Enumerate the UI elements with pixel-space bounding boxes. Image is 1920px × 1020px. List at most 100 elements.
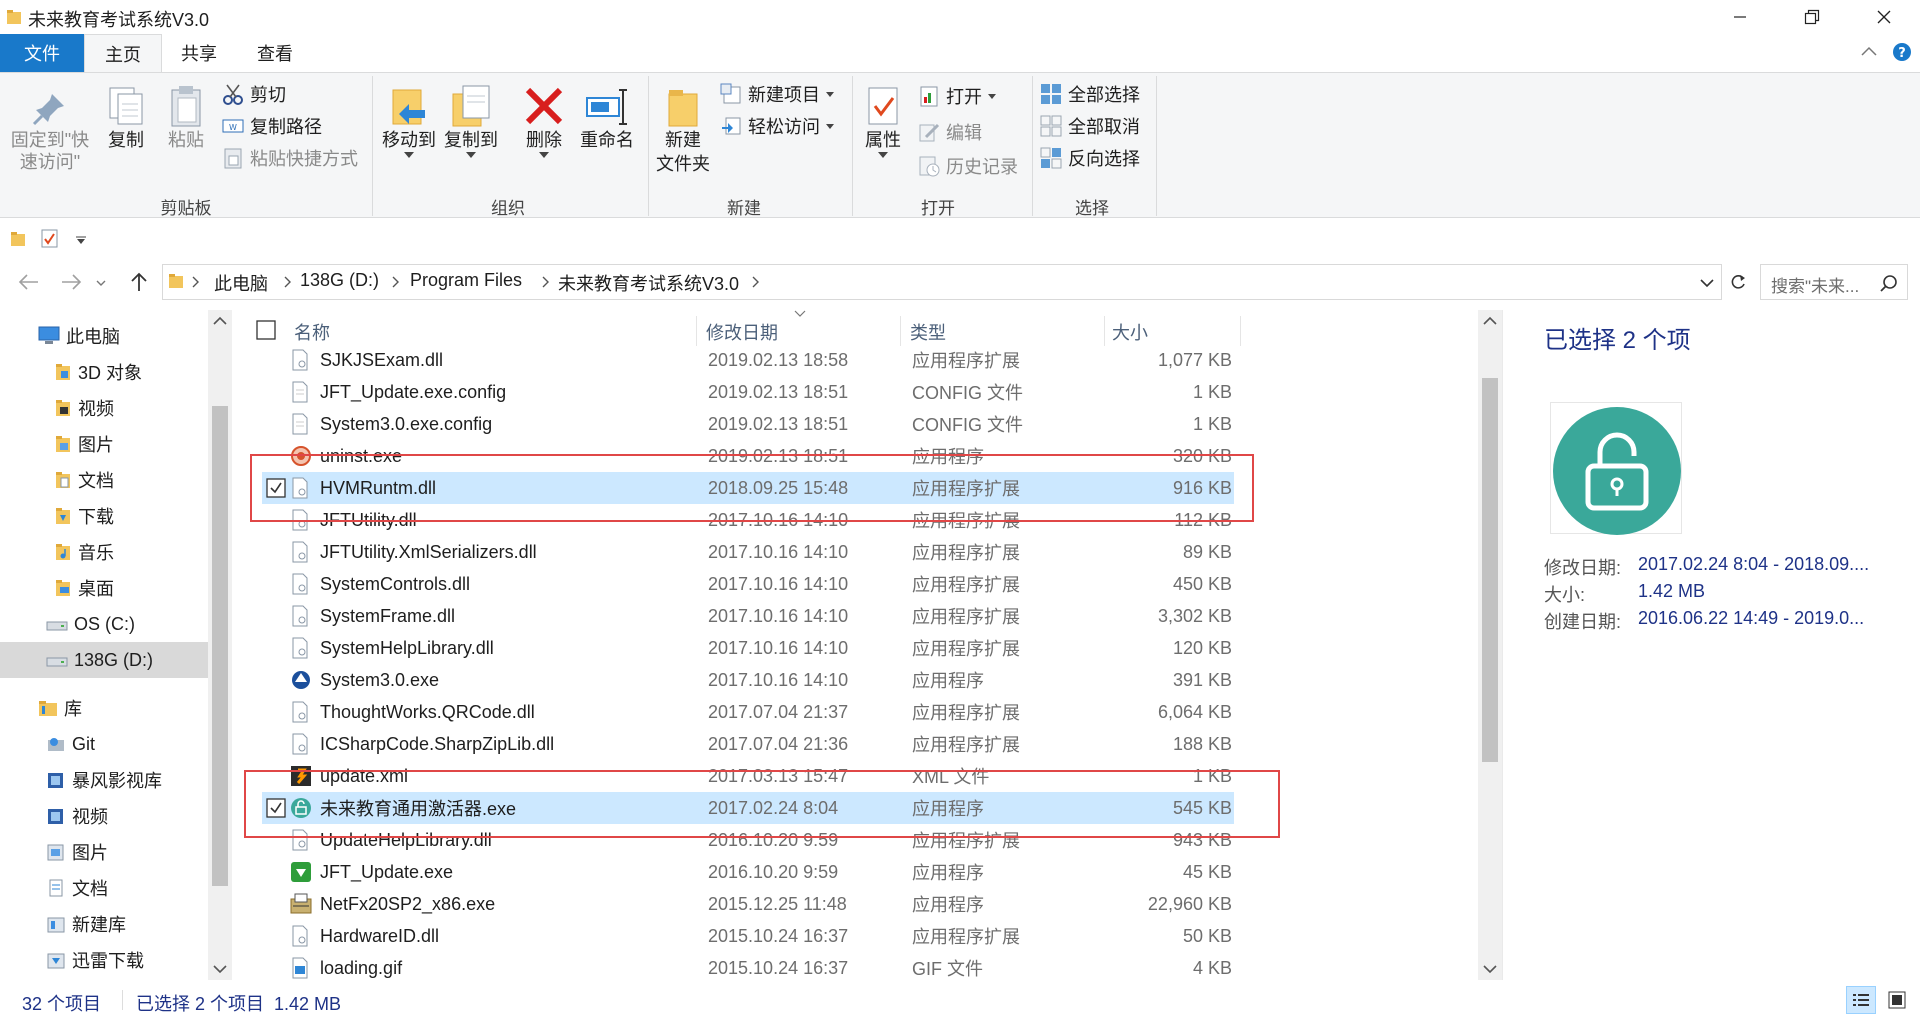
nav-item[interactable]: 桌面 <box>0 570 208 606</box>
up-button[interactable] <box>130 272 148 292</box>
file-row[interactable]: 未来教育通用激活器.exe 2017.02.24 8:04 应用程序 545 KB <box>262 792 1234 824</box>
new-folder-button[interactable]: 新建 文件夹 <box>652 82 714 182</box>
file-row[interactable]: JFTUtility.dll 2017.10.16 14:10 应用程序扩展 112 … <box>262 504 1234 536</box>
nav-item[interactable]: 迅雷下载 <box>0 942 208 978</box>
file-row[interactable]: HVMRuntm.dll 2018.09.25 15:48 应用程序扩展 916 KB <box>262 472 1234 504</box>
tab-view[interactable]: 查看 <box>236 34 314 72</box>
file-row[interactable]: update.xml 2017.03.13 15:47 XML 文件 1 KB <box>262 760 1234 792</box>
nav-item[interactable]: 新建库 <box>0 906 208 942</box>
rename-button[interactable]: 重命名 <box>576 82 638 162</box>
column-header-type[interactable]: 类型 <box>910 318 1100 346</box>
column-header-date[interactable]: 修改日期 <box>706 318 896 346</box>
qat-properties-button[interactable] <box>40 228 60 248</box>
pin-quick-access-button[interactable]: 固定到"快 速访问" <box>6 82 94 182</box>
copy-path-button[interactable]: W 复制路径 <box>222 112 322 140</box>
nav-item[interactable]: 文档 <box>0 870 208 906</box>
delete-button[interactable]: 删除 <box>514 82 574 182</box>
close-button[interactable] <box>1856 0 1912 34</box>
tab-file[interactable]: 文件 <box>0 34 84 72</box>
nav-scroll-down-button[interactable] <box>212 964 228 974</box>
file-row[interactable]: JFT_Update.exe 2016.10.20 9:59 应用程序 45 KB <box>262 856 1234 888</box>
file-row[interactable]: System3.0.exe 2017.10.16 14:10 应用程序 391 KB <box>262 664 1234 696</box>
breadcrumb-program-files[interactable]: Program Files <box>410 270 522 291</box>
column-separator[interactable] <box>900 316 901 346</box>
nav-item[interactable]: 文档 <box>0 462 208 498</box>
list-scroll-down-button[interactable] <box>1482 964 1498 974</box>
nav-item[interactable]: 暴风影视库 <box>0 762 208 798</box>
cut-button[interactable]: 剪切 <box>222 80 286 108</box>
breadcrumb-chevron-icon[interactable] <box>752 276 760 288</box>
address-history-button[interactable] <box>1700 278 1714 288</box>
select-all-button[interactable]: 全部选择 <box>1040 80 1140 108</box>
help-button[interactable]: ? <box>1892 42 1912 62</box>
easy-access-button[interactable]: 轻松访问 <box>720 112 834 140</box>
collapse-ribbon-button[interactable] <box>1860 44 1878 58</box>
restore-button[interactable] <box>1784 0 1840 34</box>
tab-home[interactable]: 主页 <box>84 34 162 73</box>
file-row[interactable]: uninst.exe 2019.02.13 18:51 应用程序 320 KB <box>262 440 1234 472</box>
row-checkbox[interactable] <box>266 478 286 498</box>
file-row[interactable]: SystemHelpLibrary.dll 2017.10.16 14:10 应用程… <box>262 632 1234 664</box>
file-row[interactable]: SystemFrame.dll 2017.10.16 14:10 应用程序扩展 3,3… <box>262 600 1234 632</box>
breadcrumb-this-pc[interactable]: 此电脑 <box>214 270 268 296</box>
minimize-button[interactable] <box>1712 0 1768 34</box>
large-icons-view-button[interactable] <box>1882 986 1912 1014</box>
file-row[interactable]: ThoughtWorks.QRCode.dll 2017.07.04 21:37 应… <box>262 696 1234 728</box>
file-row[interactable]: JFTUtility.XmlSerializers.dll 2017.10.16 … <box>262 536 1234 568</box>
column-separator[interactable] <box>1240 316 1241 346</box>
paste-button[interactable]: 粘贴 <box>160 82 212 162</box>
nav-item[interactable]: 视频 <box>0 798 208 834</box>
tab-share[interactable]: 共享 <box>162 34 236 72</box>
nav-scroll-up-button[interactable] <box>212 316 228 326</box>
breadcrumb-drive[interactable]: 138G (D:) <box>300 270 379 291</box>
file-row[interactable]: UpdateHelpLibrary.dll 2016.10.20 9:59 应用程序… <box>262 824 1234 856</box>
qat-folder-button[interactable] <box>10 230 26 248</box>
breadcrumb-chevron-icon[interactable] <box>542 276 550 288</box>
search-icon[interactable] <box>1880 274 1898 292</box>
list-scroll-thumb[interactable] <box>1482 378 1498 762</box>
file-row[interactable]: JFT_Update.exe.config 2019.02.13 18:51 CON… <box>262 376 1234 408</box>
file-row[interactable]: NetFx20SP2_x86.exe 2015.12.25 11:48 应用程序 22… <box>262 888 1234 920</box>
recent-locations-button[interactable] <box>96 280 106 286</box>
new-item-button[interactable]: 新建项目 <box>720 80 834 108</box>
file-row[interactable]: SystemControls.dll 2017.10.16 14:10 应用程序扩展… <box>262 568 1234 600</box>
column-separator[interactable] <box>1104 316 1105 346</box>
column-separator[interactable] <box>696 316 697 346</box>
nav-item[interactable]: Git <box>0 726 208 762</box>
breadcrumb-chevron-icon[interactable] <box>284 276 292 288</box>
open-button[interactable]: 打开 <box>918 82 996 110</box>
file-row[interactable]: SJKJSExam.dll 2019.02.13 18:58 应用程序扩展 1,077… <box>262 344 1234 376</box>
invert-selection-button[interactable]: 反向选择 <box>1040 144 1140 172</box>
row-checkbox[interactable] <box>266 798 286 818</box>
move-to-button[interactable]: 移动到 <box>378 82 440 182</box>
nav-item[interactable]: 下载 <box>0 498 208 534</box>
qat-customize-button[interactable] <box>76 236 86 244</box>
select-all-checkbox[interactable] <box>256 320 276 340</box>
column-header-name[interactable]: 名称 <box>294 318 694 346</box>
nav-item[interactable]: OS (C:) <box>0 606 208 642</box>
nav-item[interactable]: 音乐 <box>0 534 208 570</box>
paste-shortcut-button[interactable]: 粘贴快捷方式 <box>222 144 358 172</box>
history-button[interactable]: 历史记录 <box>918 152 1018 180</box>
breadcrumb-chevron-icon[interactable] <box>392 276 400 288</box>
copy-to-button[interactable]: 复制到 <box>440 82 502 182</box>
nav-item[interactable]: 138G (D:) <box>0 642 208 678</box>
file-row[interactable]: ICSharpCode.SharpZipLib.dll 2017.07.04 21… <box>262 728 1234 760</box>
list-scroll-up-button[interactable] <box>1482 316 1498 326</box>
nav-item[interactable]: 库 <box>0 690 208 726</box>
file-row[interactable]: HardwareID.dll 2015.10.24 16:37 应用程序扩展 50 K… <box>262 920 1234 952</box>
details-view-button[interactable] <box>1846 986 1876 1014</box>
nav-item[interactable]: 图片 <box>0 426 208 462</box>
column-header-size[interactable]: 大小 <box>1112 318 1232 346</box>
file-row[interactable]: System3.0.exe.config 2019.02.13 18:51 CONF… <box>262 408 1234 440</box>
back-button[interactable] <box>18 274 40 290</box>
nav-item[interactable]: 此电脑 <box>0 318 208 354</box>
nav-item[interactable]: 图片 <box>0 834 208 870</box>
breadcrumb-chevron-icon[interactable] <box>192 276 200 288</box>
properties-button[interactable]: 属性 <box>858 82 908 182</box>
copy-button[interactable]: 复制 <box>100 82 152 162</box>
breadcrumb-current-folder[interactable]: 未来教育考试系统V3.0 <box>558 270 739 296</box>
nav-item[interactable]: 3D 对象 <box>0 354 208 390</box>
refresh-button[interactable] <box>1724 268 1752 296</box>
select-none-button[interactable]: 全部取消 <box>1040 112 1140 140</box>
